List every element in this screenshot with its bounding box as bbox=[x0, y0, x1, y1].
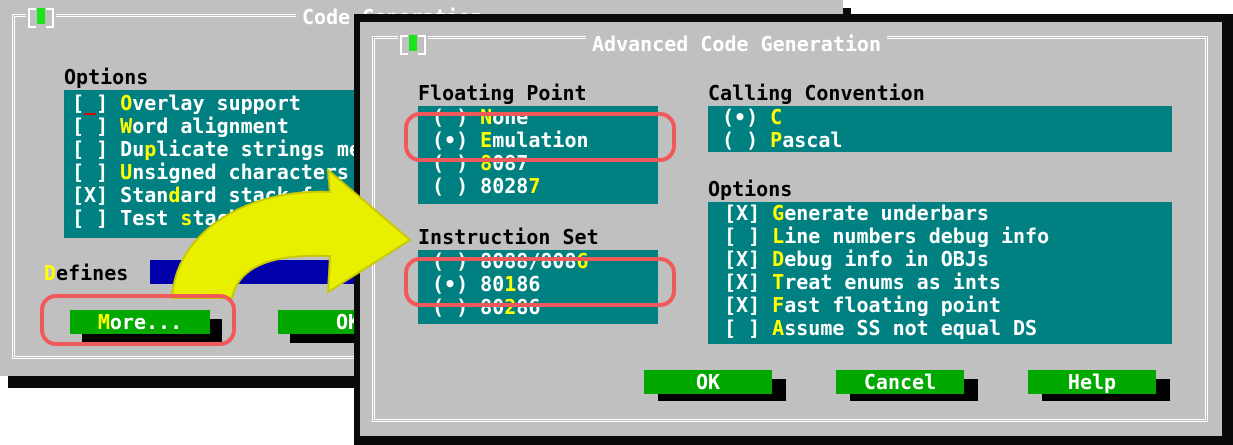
curved-arrow-annotation bbox=[170, 167, 412, 299]
curved-arrow-shape bbox=[170, 167, 412, 299]
more-button-highlight bbox=[40, 294, 236, 346]
instruction-80186-highlight bbox=[404, 257, 676, 307]
emulation-highlight bbox=[404, 112, 676, 162]
